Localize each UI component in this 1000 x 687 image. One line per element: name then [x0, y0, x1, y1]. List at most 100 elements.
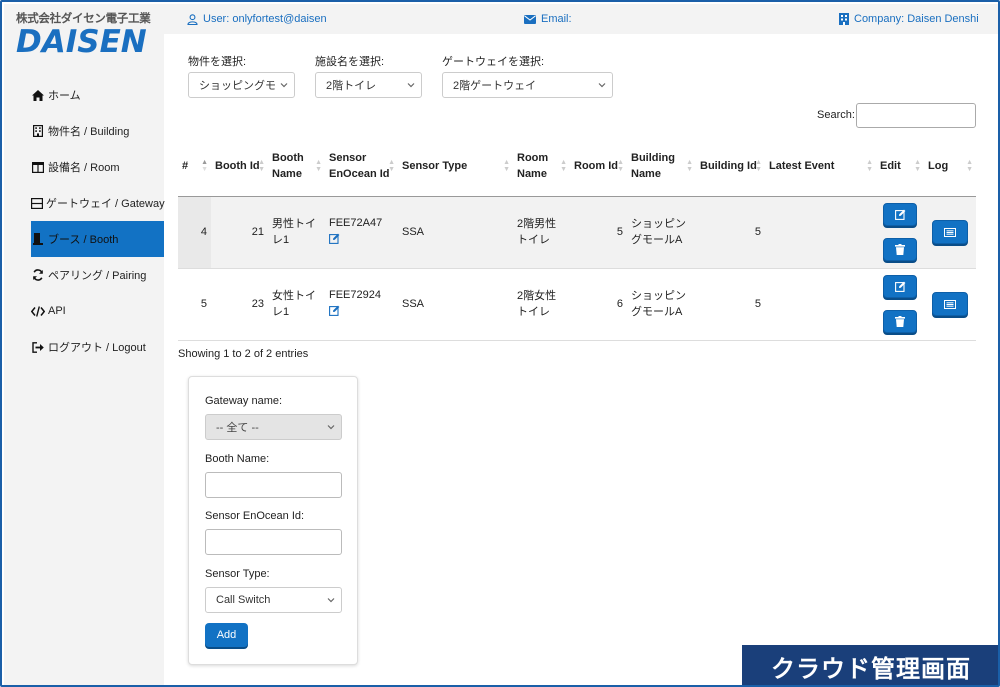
cell-room-id: 6: [570, 268, 627, 341]
edit-button[interactable]: [883, 203, 917, 226]
sidebar-item-booth[interactable]: ブース / Booth: [31, 221, 164, 257]
cell-booth-name: 女性トイレ1: [268, 268, 325, 341]
sensor-id-label: Sensor EnOcean Id:: [205, 510, 305, 522]
column-header-room-name[interactable]: Room Name ▲ ▼: [513, 136, 570, 197]
sort-icon: ▲ ▼: [388, 159, 395, 173]
edit-button[interactable]: [883, 275, 917, 298]
column-header-log[interactable]: Log ▲ ▼: [924, 136, 976, 197]
edit-sensor-icon[interactable]: [329, 305, 340, 316]
gateway-icon: [31, 197, 43, 209]
sidebar-item-api[interactable]: API: [31, 293, 164, 329]
sensor-id-input[interactable]: [205, 529, 342, 555]
add-button[interactable]: Add: [205, 623, 248, 647]
cloud-management-banner: クラウド管理画面: [742, 645, 998, 685]
log-button[interactable]: [932, 220, 968, 244]
list-icon: [944, 227, 956, 237]
sidebar-item-label: 設備名 / Room: [48, 162, 120, 174]
cell-building-id: 5: [696, 196, 765, 269]
cell-latest-event: [765, 196, 876, 269]
edit-sensor-icon[interactable]: [329, 233, 340, 244]
sidebar-item-label: ゲートウェイ / Gateway: [46, 198, 165, 210]
sort-icon: ▲ ▼: [866, 159, 873, 173]
column-header-building-id[interactable]: Building Id ▲ ▼: [696, 136, 765, 197]
user-label: User: onlyfortest@daisen: [203, 13, 327, 25]
list-icon: [944, 299, 956, 309]
table-info: Showing 1 to 2 of 2 entries: [178, 348, 309, 360]
envelope-icon: [524, 14, 536, 24]
facility-select-value: 2階トイレ: [326, 80, 377, 92]
cell-booth-id: 21: [211, 196, 268, 269]
facility-select[interactable]: 2階トイレ: [315, 72, 422, 98]
user-info: User: onlyfortest@daisen: [187, 13, 327, 25]
delete-button[interactable]: [883, 238, 917, 261]
booth-icon: [31, 233, 45, 245]
column-header-building-name[interactable]: Building Name ▲ ▼: [627, 136, 696, 197]
column-header-booth-id[interactable]: Booth Id ▲ ▼: [211, 136, 268, 197]
building-icon: [31, 125, 45, 137]
sort-icon: ▲ ▼: [966, 159, 973, 173]
sidebar-item-label: ペアリング / Pairing: [48, 270, 147, 282]
cell-building-id: 5: [696, 268, 765, 341]
column-header-booth-name[interactable]: Booth Name ▲ ▼: [268, 136, 325, 197]
sensor-type-select[interactable]: Call Switch: [205, 587, 342, 613]
column-header-sensor-type[interactable]: Sensor Type ▲ ▼: [398, 136, 513, 197]
search-label: Search:: [817, 109, 855, 121]
gateway-name-select[interactable]: -- 全て --: [205, 414, 342, 440]
cell-room-name: 2階女性トイレ: [513, 268, 570, 341]
company-info: Company: Daisen Denshi: [839, 13, 979, 25]
trash-icon: [895, 244, 905, 255]
property-select[interactable]: ショッピングモ: [188, 72, 295, 98]
cell-num: 4: [178, 196, 211, 269]
sidebar-item-gateway[interactable]: ゲートウェイ / Gateway: [31, 185, 165, 221]
booth-table: # ▲ ▼ Booth Id ▲ ▼ Booth Name ▲ ▼ Sensor EnOce…: [178, 136, 976, 341]
sidebar-item-label: API: [48, 305, 66, 317]
sidebar-item-pairing[interactable]: ペアリング / Pairing: [31, 257, 164, 293]
cell-sensor-type: SSA: [398, 268, 513, 341]
facility-filter-label: 施設名を選択:: [315, 56, 385, 68]
column-header-room-id[interactable]: Room Id ▲ ▼: [570, 136, 627, 197]
email-info: Email:: [524, 13, 572, 25]
sort-icon: ▲ ▼: [560, 159, 567, 173]
company-building-icon: [839, 13, 849, 25]
cell-log: [924, 268, 976, 341]
sidebar-item-label: 物件名 / Building: [48, 126, 130, 138]
delete-button[interactable]: [883, 310, 917, 333]
chevron-down-icon: [327, 598, 335, 603]
sidebar-item-room[interactable]: 設備名 / Room: [31, 149, 164, 185]
app-frame: 株式会社ダイセン電子工業 DAISEN ホーム 物件名 / Building 設…: [0, 0, 1000, 687]
search-input[interactable]: [856, 103, 976, 128]
chevron-down-icon: [327, 425, 335, 430]
company-logo[interactable]: 株式会社ダイセン電子工業 DAISEN: [16, 10, 156, 58]
column-header-latest-event[interactable]: Latest Event ▲ ▼: [765, 136, 876, 197]
sidebar-item-building[interactable]: 物件名 / Building: [31, 113, 164, 149]
column-header-num[interactable]: # ▲ ▼: [178, 136, 211, 197]
sidebar-item-home[interactable]: ホーム: [31, 77, 164, 113]
sidebar: 株式会社ダイセン電子工業 DAISEN ホーム 物件名 / Building 設…: [4, 4, 165, 685]
sidebar-item-label: ホーム: [48, 90, 81, 102]
room-icon: [31, 161, 45, 173]
sort-icon: ▲ ▼: [503, 159, 510, 173]
sidebar-nav: ホーム 物件名 / Building 設備名 / Room ゲートウェイ / G…: [31, 77, 165, 365]
booth-name-input[interactable]: [205, 472, 342, 498]
booth-name-label: Booth Name:: [205, 453, 270, 465]
user-icon: [187, 13, 198, 25]
logout-icon: [31, 341, 45, 353]
table-row: 5 23 女性トイレ1 FEE72924 SSA 2階女性トイレ 6 ショッピン…: [178, 268, 976, 341]
cell-room-name: 2階男性トイレ: [513, 196, 570, 269]
table-header-row: # ▲ ▼ Booth Id ▲ ▼ Booth Name ▲ ▼ Sensor EnOce…: [178, 136, 976, 197]
sidebar-item-logout[interactable]: ログアウト / Logout: [31, 329, 164, 365]
column-header-edit[interactable]: Edit ▲ ▼: [876, 136, 924, 197]
add-booth-form: Gateway name: -- 全て -- Booth Name: Senso…: [188, 376, 358, 665]
sensor-id-text: FEE72924: [329, 289, 381, 301]
gateway-filter-label: ゲートウェイを選択:: [442, 56, 545, 68]
column-header-sensor-id[interactable]: Sensor EnOcean Id ▲ ▼: [325, 136, 398, 197]
cell-room-id: 5: [570, 196, 627, 269]
sort-icon: ▲ ▼: [914, 159, 921, 173]
gateway-select[interactable]: 2階ゲートウェイ: [442, 72, 613, 98]
cell-edit: [876, 196, 924, 269]
log-button[interactable]: [932, 292, 968, 316]
sort-icon: ▲ ▼: [755, 159, 762, 173]
trash-icon: [895, 316, 905, 327]
chevron-down-icon: [598, 83, 606, 88]
sort-icon: ▲ ▼: [617, 159, 624, 173]
